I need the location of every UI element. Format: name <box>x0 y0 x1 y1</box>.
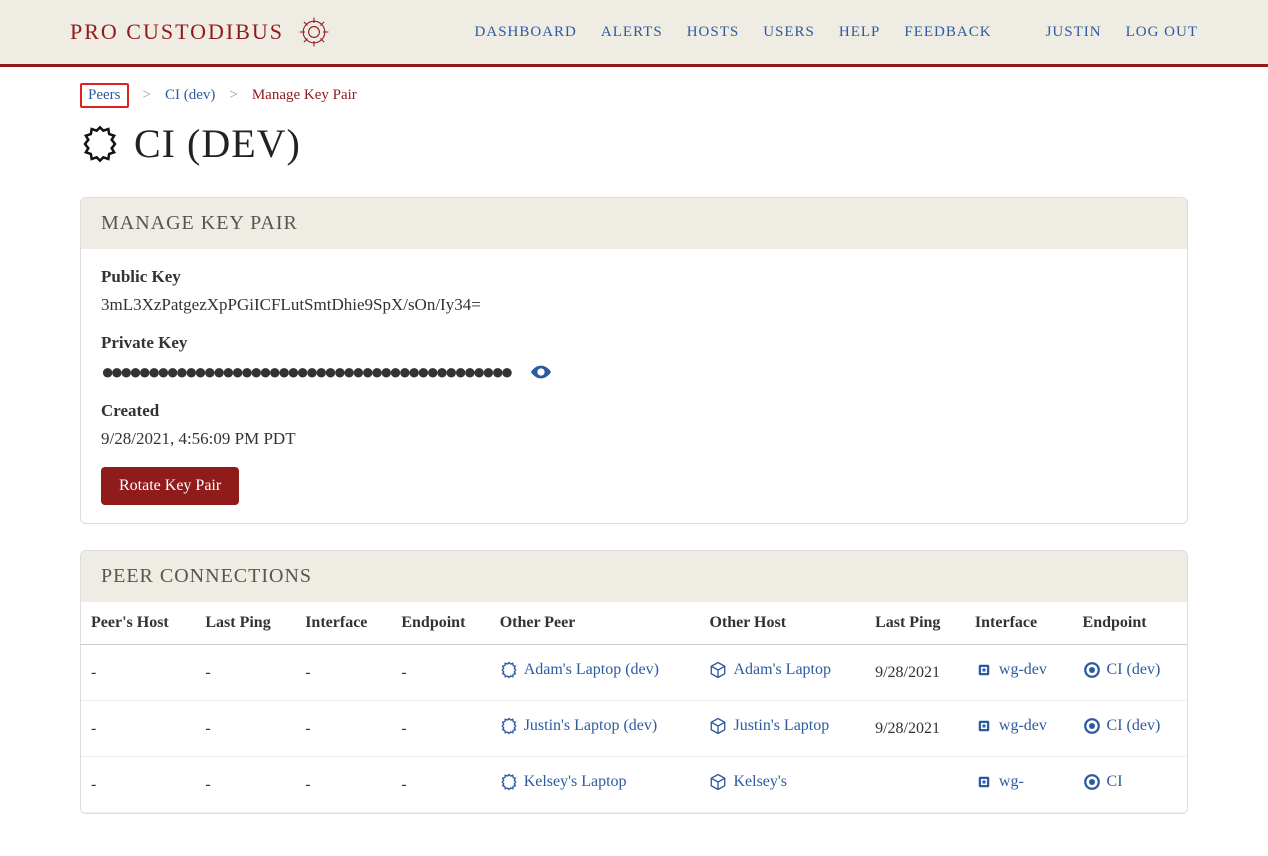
keypair-header: MANAGE KEY PAIR <box>81 198 1187 249</box>
nav-users[interactable]: USERS <box>763 24 815 41</box>
cell-endpoint: - <box>391 757 489 813</box>
keypair-card: MANAGE KEY PAIR Public Key 3mL3XzPatgezX… <box>80 197 1188 524</box>
other-peer-link[interactable]: Justin's Laptop (dev) <box>500 717 658 735</box>
topbar: PRO CUSTODIBUS DASHBOARD ALERTS HOSTS US… <box>0 0 1268 67</box>
col-peers-host: Peer's Host <box>81 602 195 645</box>
breadcrumb-peers[interactable]: Peers <box>80 83 129 108</box>
cell-endpoint: - <box>391 645 489 701</box>
nav-alerts[interactable]: ALERTS <box>601 24 663 41</box>
cell-peers-host: - <box>81 757 195 813</box>
nav-feedback[interactable]: FEEDBACK <box>904 24 991 41</box>
brand-text: PRO CUSTODIBUS <box>70 19 284 45</box>
rotate-key-button[interactable]: Rotate Key Pair <box>101 467 239 505</box>
nav-user[interactable]: JUSTIN <box>1046 24 1102 41</box>
brand-logo-icon <box>296 14 332 50</box>
nav-dashboard[interactable]: DASHBOARD <box>475 24 577 41</box>
cell-last-ping2 <box>865 757 965 813</box>
col-interface: Interface <box>295 602 391 645</box>
cell-interface: - <box>295 645 391 701</box>
cell-peers-host: - <box>81 645 195 701</box>
table-row: ----Adam's Laptop (dev)Adam's Laptop9/28… <box>81 645 1187 701</box>
table-row: ----Kelsey's LaptopKelsey'swg-CI <box>81 757 1187 813</box>
other-peer-link[interactable]: Kelsey's Laptop <box>500 773 627 791</box>
main-nav: DASHBOARD ALERTS HOSTS USERS HELP FEEDBA… <box>475 24 1198 41</box>
col-other-peer: Other Peer <box>490 602 700 645</box>
eye-icon[interactable] <box>530 361 552 383</box>
other-peer-link[interactable]: Adam's Laptop (dev) <box>500 661 659 679</box>
public-key-value: 3mL3XzPatgezXpPGiICFLutSmtDhie9SpX/sOn/I… <box>101 295 1167 315</box>
breadcrumb-current: Manage Key Pair <box>252 87 357 104</box>
col-endpoint2: Endpoint <box>1073 602 1187 645</box>
endpoint-link[interactable]: CI (dev) <box>1083 661 1161 679</box>
created-value: 9/28/2021, 4:56:09 PM PDT <box>101 429 1167 449</box>
cell-last-ping: - <box>195 701 295 757</box>
connections-card: PEER CONNECTIONS Peer's Host Last Ping I… <box>80 550 1188 814</box>
breadcrumb: Peers > CI (dev) > Manage Key Pair <box>80 83 1188 108</box>
cell-endpoint: - <box>391 701 489 757</box>
connections-table: Peer's Host Last Ping Interface Endpoint… <box>81 602 1187 813</box>
cell-last-ping: - <box>195 645 295 701</box>
nav-hosts[interactable]: HOSTS <box>687 24 740 41</box>
other-host-link[interactable]: Justin's Laptop <box>709 717 829 735</box>
cell-interface: - <box>295 757 391 813</box>
other-host-link[interactable]: Kelsey's <box>709 773 787 791</box>
public-key-label: Public Key <box>101 267 1167 287</box>
nav-logout[interactable]: LOG OUT <box>1126 24 1198 41</box>
page-title: CI (DEV) <box>80 120 1188 167</box>
other-host-link[interactable]: Adam's Laptop <box>709 661 831 679</box>
private-key-label: Private Key <box>101 333 1167 353</box>
cell-last-ping2: 9/28/2021 <box>865 645 965 701</box>
private-key-masked: ●●●●●●●●●●●●●●●●●●●●●●●●●●●●●●●●●●●●●●●●… <box>101 361 510 383</box>
cell-interface: - <box>295 701 391 757</box>
nav-help[interactable]: HELP <box>839 24 881 41</box>
cell-last-ping2: 9/28/2021 <box>865 701 965 757</box>
col-other-host: Other Host <box>699 602 865 645</box>
connections-header: PEER CONNECTIONS <box>81 551 1187 602</box>
col-interface2: Interface <box>965 602 1073 645</box>
badge-icon <box>80 124 120 164</box>
interface-link[interactable]: wg- <box>975 773 1024 791</box>
table-row: ----Justin's Laptop (dev)Justin's Laptop… <box>81 701 1187 757</box>
breadcrumb-sep: > <box>143 87 151 104</box>
col-last-ping2: Last Ping <box>865 602 965 645</box>
breadcrumb-ci[interactable]: CI (dev) <box>165 87 215 104</box>
page-title-text: CI (DEV) <box>134 120 301 167</box>
endpoint-link[interactable]: CI (dev) <box>1083 717 1161 735</box>
brand[interactable]: PRO CUSTODIBUS <box>70 14 332 50</box>
interface-link[interactable]: wg-dev <box>975 661 1047 679</box>
col-endpoint: Endpoint <box>391 602 489 645</box>
created-label: Created <box>101 401 1167 421</box>
interface-link[interactable]: wg-dev <box>975 717 1047 735</box>
endpoint-link[interactable]: CI <box>1083 773 1123 791</box>
cell-peers-host: - <box>81 701 195 757</box>
breadcrumb-sep: > <box>229 87 237 104</box>
cell-last-ping: - <box>195 757 295 813</box>
col-last-ping: Last Ping <box>195 602 295 645</box>
